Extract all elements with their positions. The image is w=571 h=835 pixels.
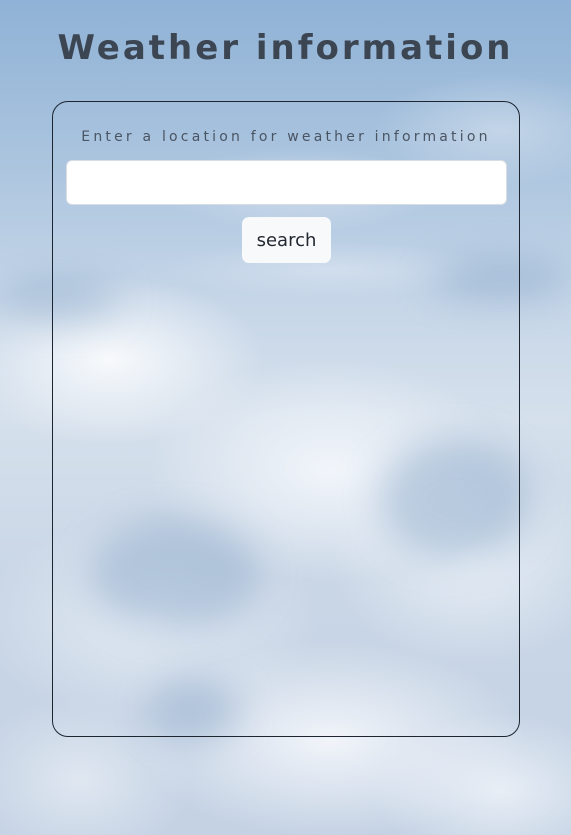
location-prompt-label: Enter a location for weather information xyxy=(81,129,491,145)
page-title: Weather information xyxy=(57,28,514,68)
search-button[interactable]: search xyxy=(242,217,331,263)
location-input[interactable] xyxy=(66,160,507,205)
weather-panel: Enter a location for weather information… xyxy=(52,101,520,737)
